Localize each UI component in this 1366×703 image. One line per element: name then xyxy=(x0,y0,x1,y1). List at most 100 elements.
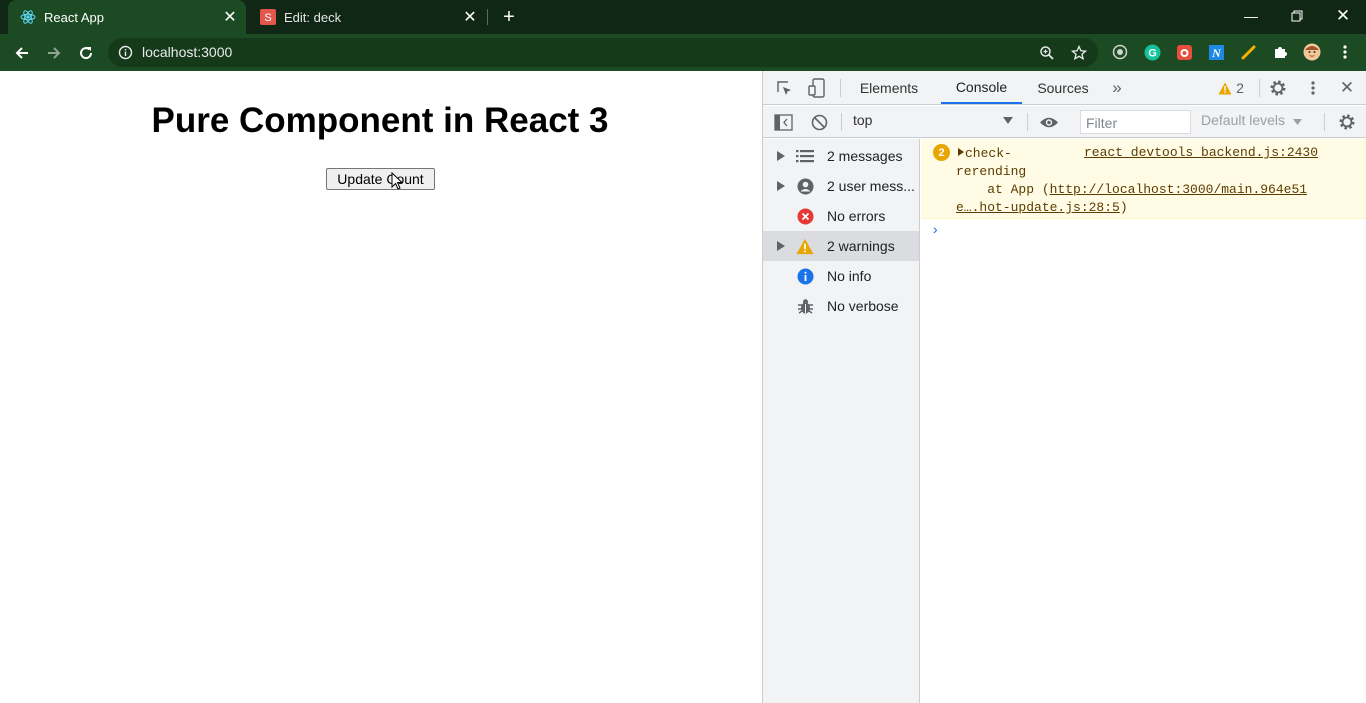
url-text: localhost:3000 xyxy=(142,44,233,60)
devtools-tab-bar: Elements Console Sources » 2 ✕ xyxy=(763,71,1366,105)
console-output: 2 check- rerending at App (http://localh… xyxy=(921,139,1366,703)
sidebar-item-label: 2 messages xyxy=(827,148,903,164)
warning-icon xyxy=(1218,82,1232,94)
log-levels-dropdown[interactable]: Default levels xyxy=(1201,112,1302,128)
list-icon xyxy=(796,147,814,165)
page-title: Pure Component in React 3 xyxy=(151,101,609,140)
console-warning-message[interactable]: 2 check- rerending at App (http://localh… xyxy=(921,139,1366,219)
console-settings-gear-icon[interactable] xyxy=(1337,112,1357,132)
filter-input[interactable]: Filter xyxy=(1080,110,1191,134)
sidebar-item-user-messages[interactable]: 2 user mess... xyxy=(763,171,919,201)
back-icon[interactable] xyxy=(8,39,36,67)
sidebar-item-info[interactable]: No info xyxy=(763,261,919,291)
react-icon xyxy=(20,9,36,25)
extension-icon[interactable]: N xyxy=(1207,43,1225,61)
toolbar-divider xyxy=(1027,113,1028,131)
warnings-counter[interactable]: 2 xyxy=(1213,79,1249,97)
sidebar-item-warnings[interactable]: 2 warnings xyxy=(763,231,919,261)
context-value: top xyxy=(853,112,873,128)
svg-text:N: N xyxy=(1211,46,1222,60)
info-icon xyxy=(796,267,814,285)
live-expression-eye-icon[interactable] xyxy=(1038,113,1060,131)
tab-edit-deck[interactable]: S Edit: deck ✕ xyxy=(248,0,486,34)
menu-kebab-icon[interactable] xyxy=(1336,43,1354,61)
clear-console-icon[interactable] xyxy=(810,113,828,131)
extensions-puzzle-icon[interactable] xyxy=(1271,43,1289,61)
message-repeat-count: 2 xyxy=(933,144,950,161)
address-bar[interactable]: localhost:3000 xyxy=(108,38,1098,67)
console-toolbar: top Filter Default levels xyxy=(763,106,1366,138)
expand-arrow-icon[interactable] xyxy=(777,181,785,191)
stack-trace-link-continued[interactable]: e….hot-update.js:28:5 xyxy=(956,200,1120,215)
tab-sources[interactable]: Sources xyxy=(1030,71,1096,104)
highlighter-icon[interactable] xyxy=(1239,43,1257,61)
browser-title-bar: React App ✕ S Edit: deck ✕ + — ✕ xyxy=(0,0,1366,34)
chevron-down-icon xyxy=(1003,117,1013,124)
restore-icon[interactable] xyxy=(1274,0,1320,32)
info-icon[interactable] xyxy=(118,45,133,60)
source-link[interactable]: react_devtools_backend.js:2430 xyxy=(1084,145,1318,160)
warning-line-2: rerending xyxy=(956,164,1027,179)
settings-gear-icon[interactable] xyxy=(1268,78,1288,98)
minimize-icon[interactable]: — xyxy=(1228,0,1274,32)
zoom-icon[interactable] xyxy=(1038,44,1056,62)
device-toggle-icon[interactable] xyxy=(808,78,826,98)
close-tab-icon[interactable]: ✕ xyxy=(460,7,480,27)
reload-icon[interactable] xyxy=(72,39,100,67)
warning-count: 2 xyxy=(1236,80,1244,96)
forward-icon[interactable] xyxy=(40,39,68,67)
new-tab-icon[interactable]: + xyxy=(497,5,521,29)
sidebar-item-label: No verbose xyxy=(827,298,899,314)
console-prompt[interactable]: › xyxy=(931,223,939,239)
devtools-panel: Elements Console Sources » 2 ✕ top Filte… xyxy=(762,71,1366,703)
tab-console[interactable]: Console xyxy=(941,71,1022,104)
expand-arrow-icon[interactable] xyxy=(777,241,785,251)
warning-stack-suffix: ) xyxy=(1119,200,1128,215)
extension-icon[interactable] xyxy=(1111,43,1129,61)
extension-icon[interactable] xyxy=(1175,43,1193,61)
grammarly-icon[interactable]: G xyxy=(1143,43,1161,61)
slides-icon: S xyxy=(260,9,276,25)
tab-title: React App xyxy=(44,9,104,25)
close-devtools-icon[interactable]: ✕ xyxy=(1337,78,1357,97)
mouse-cursor-icon xyxy=(391,172,403,190)
sidebar-item-messages[interactable]: 2 messages xyxy=(763,141,919,171)
sidebar-item-label: 2 warnings xyxy=(827,238,895,254)
log-levels-label: Default levels xyxy=(1201,112,1286,128)
toolbar-divider xyxy=(840,79,841,97)
console-sidebar: 2 messages 2 user mess... No errors 2 wa… xyxy=(763,139,920,703)
sidebar-toggle-icon[interactable] xyxy=(774,113,793,131)
sidebar-item-label: 2 user mess... xyxy=(827,178,915,194)
svg-text:G: G xyxy=(1148,47,1157,59)
avatar[interactable] xyxy=(1303,43,1321,61)
tab-divider xyxy=(487,9,488,25)
inspect-element-icon[interactable] xyxy=(775,79,793,97)
toolbar-divider xyxy=(1324,113,1325,131)
chevron-down-icon xyxy=(1292,119,1302,125)
sidebar-item-errors[interactable]: No errors xyxy=(763,201,919,231)
tab-title: Edit: deck xyxy=(284,9,342,25)
warning-stack-prefix: at App ( xyxy=(956,182,1050,197)
user-icon xyxy=(796,177,814,195)
customize-kebab-icon[interactable] xyxy=(1303,79,1323,97)
toolbar-divider xyxy=(841,113,842,131)
expand-arrow-icon[interactable] xyxy=(777,151,785,161)
warning-line-1: check- xyxy=(965,146,1012,161)
more-tabs-icon[interactable]: » xyxy=(1108,78,1126,97)
update-count-button[interactable]: Update Count xyxy=(326,168,435,190)
tab-elements[interactable]: Elements xyxy=(852,71,926,104)
stack-trace-link[interactable]: http://localhost:3000/main.964e51 xyxy=(1050,182,1307,197)
bookmark-star-icon[interactable] xyxy=(1070,44,1088,62)
sidebar-item-label: No errors xyxy=(827,208,886,224)
error-icon xyxy=(796,207,814,225)
close-tab-icon[interactable]: ✕ xyxy=(220,7,240,27)
tab-react-app[interactable]: React App ✕ xyxy=(8,0,246,34)
context-selector[interactable]: top xyxy=(853,112,1017,132)
warning-icon xyxy=(796,237,814,255)
sidebar-item-verbose[interactable]: No verbose xyxy=(763,291,919,321)
close-window-icon[interactable]: ✕ xyxy=(1320,0,1366,32)
browser-toolbar: localhost:3000 G N xyxy=(0,34,1366,71)
page-viewport: Pure Component in React 3 Update Count xyxy=(0,71,762,703)
svg-text:S: S xyxy=(264,12,271,24)
toolbar-divider xyxy=(1259,79,1260,97)
